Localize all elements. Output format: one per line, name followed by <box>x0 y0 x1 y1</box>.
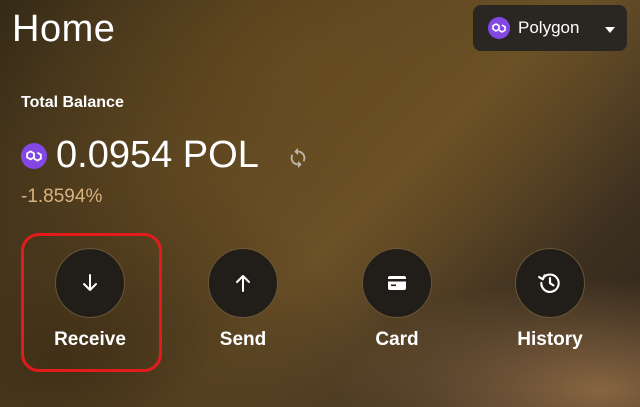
card-button[interactable]: Card <box>337 248 457 351</box>
polygon-icon <box>488 17 510 39</box>
polygon-icon <box>21 142 47 169</box>
history-label: History <box>517 329 583 350</box>
send-label: Send <box>219 329 267 350</box>
network-label: Polygon <box>518 18 580 37</box>
receive-highlight-box <box>21 233 162 372</box>
card-circle[interactable] <box>362 248 432 318</box>
history-button[interactable]: History <box>490 248 610 351</box>
history-circle[interactable] <box>515 248 585 318</box>
network-select-dropdown[interactable]: Polygon <box>473 5 627 51</box>
balance-change-percent: -1.8594% <box>21 186 103 207</box>
page-title: Home <box>12 8 116 50</box>
send-circle[interactable] <box>208 248 278 318</box>
card-icon <box>388 276 406 290</box>
card-label: Card <box>375 329 419 350</box>
total-balance-label: Total Balance <box>21 94 124 111</box>
refresh-icon[interactable] <box>287 146 309 170</box>
chevron-down-icon <box>605 26 615 33</box>
balance-row: 0.0954 POL <box>21 134 309 177</box>
send-button[interactable]: Send <box>183 248 303 351</box>
arrow-up-icon <box>236 275 250 292</box>
balance-value: 0.0954 POL <box>56 134 259 176</box>
history-icon <box>538 273 560 293</box>
